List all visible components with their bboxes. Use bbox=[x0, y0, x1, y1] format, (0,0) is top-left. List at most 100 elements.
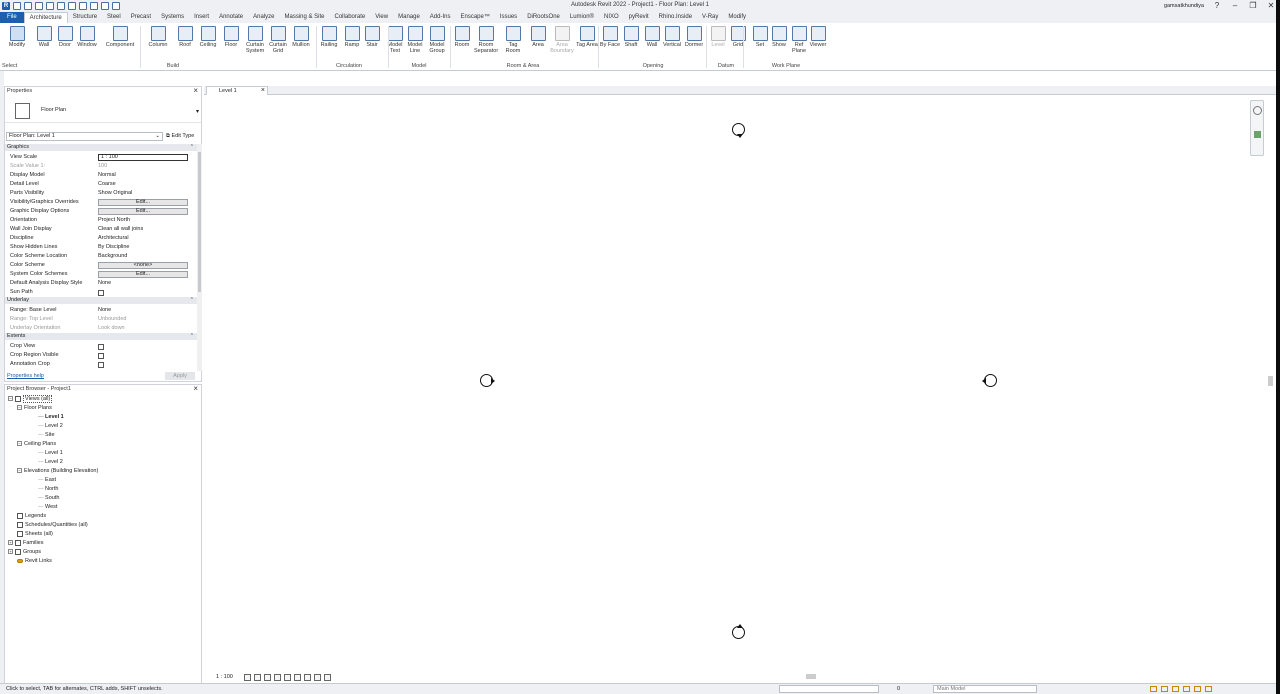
grid-button[interactable]: Grid bbox=[726, 26, 750, 48]
zoom-icon[interactable] bbox=[1254, 131, 1261, 138]
curtain-system-button[interactable]: Curtain System bbox=[243, 26, 267, 54]
select-links-icon[interactable] bbox=[1150, 686, 1157, 692]
select-pinned-icon[interactable] bbox=[1172, 686, 1179, 692]
view-scale[interactable]: 1 : 100 bbox=[204, 674, 241, 680]
elevation-marker-west[interactable] bbox=[480, 374, 495, 387]
close-icon[interactable]: × bbox=[193, 87, 198, 95]
elevation-marker-east[interactable] bbox=[982, 374, 997, 387]
tab-lumion[interactable]: Lumion® bbox=[565, 12, 599, 23]
railing-button[interactable]: Railing bbox=[317, 26, 341, 48]
workset-field[interactable] bbox=[779, 685, 879, 693]
revit-logo-icon[interactable]: R bbox=[2, 2, 10, 10]
door-button[interactable]: Door bbox=[53, 26, 77, 48]
panel-label-room-area[interactable]: Room & Area bbox=[452, 63, 594, 69]
browser-item[interactable]: Revit Links bbox=[8, 557, 52, 565]
property-checkbox[interactable] bbox=[98, 353, 104, 359]
browser-item[interactable]: — Site bbox=[38, 431, 55, 439]
edit-button[interactable]: Edit... bbox=[98, 271, 188, 278]
collapse-icon[interactable]: − bbox=[17, 441, 22, 447]
tab-issues[interactable]: Issues bbox=[495, 12, 522, 23]
group-graphics[interactable]: Graphics ⌃ bbox=[5, 144, 197, 151]
curtain-grid-button[interactable]: Curtain Grid bbox=[266, 26, 290, 54]
modify-button[interactable]: Modify bbox=[5, 26, 29, 48]
tab-rhino-inside[interactable]: Rhino.Inside bbox=[654, 12, 697, 23]
text-icon[interactable] bbox=[90, 2, 98, 10]
browser-item[interactable]: − Views (all) bbox=[8, 395, 53, 403]
vertical-button[interactable]: Vertical bbox=[660, 26, 684, 48]
area-button[interactable]: Area bbox=[526, 26, 550, 48]
property-checkbox[interactable] bbox=[98, 344, 104, 350]
browser-item[interactable]: Legends bbox=[8, 512, 46, 520]
crop-view-icon[interactable] bbox=[283, 673, 291, 681]
minimize-button[interactable]: – bbox=[1230, 1, 1240, 10]
lock-3d-icon[interactable] bbox=[303, 673, 311, 681]
edit-type-button[interactable]: ⧉ Edit Type bbox=[166, 132, 194, 141]
properties-help-link[interactable]: Properties help bbox=[7, 373, 44, 379]
stair-button[interactable]: Stair bbox=[360, 26, 384, 48]
group-underlay[interactable]: Underlay ⌃ bbox=[5, 297, 197, 304]
mullion-button[interactable]: Mullion bbox=[289, 26, 313, 48]
edit-button[interactable]: <none> bbox=[98, 262, 188, 269]
property-value[interactable]: Normal bbox=[98, 171, 116, 180]
browser-item[interactable]: − Ceiling Plans bbox=[17, 440, 56, 448]
tab-annotate[interactable]: Annotate bbox=[214, 12, 248, 23]
scroll-thumb[interactable] bbox=[198, 152, 201, 292]
browser-item[interactable]: — West bbox=[38, 503, 57, 511]
collapse-icon[interactable]: − bbox=[17, 405, 22, 411]
shadows-icon[interactable] bbox=[273, 673, 281, 681]
close-icon[interactable]: × bbox=[193, 385, 198, 393]
room-separator-button[interactable]: Room Separator bbox=[474, 26, 498, 54]
tab-nixo[interactable]: NIXO bbox=[599, 12, 624, 23]
scroll-thumb[interactable] bbox=[806, 674, 816, 679]
collapse-icon[interactable]: ⌃ bbox=[190, 297, 194, 304]
property-value[interactable]: None bbox=[98, 279, 111, 288]
tab-file[interactable]: File bbox=[0, 12, 24, 23]
browser-item[interactable]: — Level 2 bbox=[38, 458, 63, 466]
save-icon[interactable] bbox=[24, 2, 32, 10]
tab-level-1[interactable]: Level 1 × bbox=[206, 86, 268, 95]
property-value[interactable]: Architectural bbox=[98, 234, 129, 243]
browser-item[interactable]: − Floor Plans bbox=[17, 404, 52, 412]
vertical-scrollbar[interactable] bbox=[1266, 96, 1276, 670]
redo-icon[interactable] bbox=[57, 2, 65, 10]
browser-item[interactable]: + Families bbox=[8, 539, 43, 547]
sun-path-icon[interactable] bbox=[263, 673, 271, 681]
instance-dropdown[interactable]: Floor Plan: Level 1 ⌄ bbox=[6, 132, 163, 141]
component-button[interactable]: Component bbox=[104, 26, 136, 48]
tab-analyze[interactable]: Analyze bbox=[248, 12, 279, 23]
window-button[interactable]: Window bbox=[75, 26, 99, 48]
tab-manage[interactable]: Manage bbox=[393, 12, 425, 23]
browser-item[interactable]: Schedules/Quantities (all) bbox=[8, 521, 88, 529]
tab-collaborate[interactable]: Collaborate bbox=[330, 12, 371, 23]
dormer-button[interactable]: Dormer bbox=[682, 26, 706, 48]
browser-item[interactable]: Sheets (all) bbox=[8, 530, 53, 538]
switch-windows-icon[interactable] bbox=[112, 2, 120, 10]
collapse-icon[interactable]: ⌃ bbox=[190, 333, 194, 340]
tab-add-ins[interactable]: Add-Ins bbox=[425, 12, 456, 23]
close-icon[interactable]: × bbox=[261, 87, 265, 95]
tab-dirootsone[interactable]: DiRootsOne bbox=[522, 12, 565, 23]
model-line-button[interactable]: Model Line bbox=[403, 26, 427, 54]
browser-item[interactable]: — Level 1 bbox=[38, 413, 64, 421]
drawing-area[interactable] bbox=[204, 96, 1266, 670]
horizontal-scrollbar[interactable] bbox=[372, 672, 1264, 681]
open-icon[interactable] bbox=[13, 2, 21, 10]
tag-room-button[interactable]: Tag Room bbox=[501, 26, 525, 54]
elevation-marker-north[interactable] bbox=[732, 123, 745, 138]
property-value[interactable]: Coarse bbox=[98, 180, 116, 189]
measure-icon[interactable] bbox=[79, 2, 87, 10]
drag-elements-icon[interactable] bbox=[1194, 686, 1201, 692]
room-button[interactable]: Room bbox=[450, 26, 474, 48]
tab-architecture[interactable]: Architecture bbox=[23, 12, 68, 23]
edit-button[interactable]: Edit... bbox=[98, 199, 188, 206]
undo-icon[interactable] bbox=[46, 2, 54, 10]
close-button[interactable]: ✕ bbox=[1266, 1, 1276, 10]
tab-precast[interactable]: Precast bbox=[126, 12, 156, 23]
property-value[interactable]: Project North bbox=[98, 216, 130, 225]
browser-item[interactable]: — East bbox=[38, 476, 56, 484]
steering-wheel-icon[interactable] bbox=[1253, 106, 1262, 115]
scroll-thumb[interactable] bbox=[1268, 376, 1273, 386]
tag-area-button[interactable]: Tag Area bbox=[575, 26, 599, 48]
type-selector[interactable]: Floor Plan ▾ bbox=[5, 97, 201, 123]
help-icon[interactable]: ? bbox=[1212, 1, 1222, 10]
